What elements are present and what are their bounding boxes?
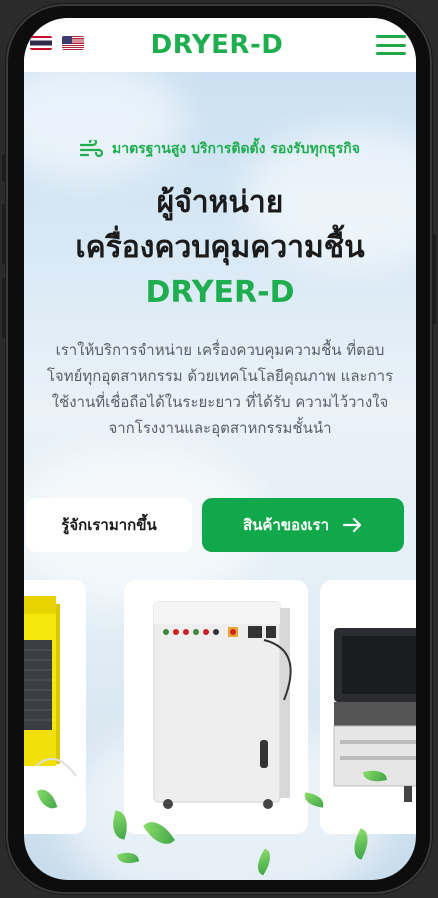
top-navigation-bar: DRYER-D — [24, 18, 416, 72]
wind-icon — [80, 140, 104, 158]
our-products-button[interactable]: สินค้าของเรา — [202, 498, 404, 552]
hero-description: เราให้บริการจำหน่าย เครื่องควบคุมความชื้… — [46, 341, 394, 437]
hero-title-line-2: เครื่องควบคุมความชื้น — [75, 230, 365, 265]
product-card-white-industrial[interactable] — [124, 580, 308, 834]
product-card-yellow[interactable] — [24, 580, 86, 834]
black-dehumidifier-image — [333, 628, 416, 802]
hero-title-brand: DRYER-D — [145, 275, 295, 310]
tagline-text: มาตรฐานสูง บริการติดตั้ง รองรับทุกธุรกิจ — [112, 141, 360, 157]
yellow-dehumidifier-image — [24, 596, 77, 777]
hamburger-menu-icon[interactable] — [376, 35, 406, 55]
side-button — [2, 204, 6, 264]
side-button — [432, 234, 436, 324]
thai-flag-icon[interactable] — [30, 36, 52, 50]
brand-logo[interactable]: DRYER-D — [151, 30, 284, 60]
white-industrial-dehumidifier-image — [153, 601, 292, 809]
hero-title: ผู้จำหน่าย เครื่องควบคุมความชื้น DRYER-D — [24, 180, 416, 315]
hero-section: มาตรฐานสูง บริการติดตั้ง รองรับทุกธุรกิจ… — [24, 138, 416, 441]
phone-screen: DRYER-D มาตรฐานสูง บริการติดตั้ง รองรับท… — [24, 18, 416, 880]
logo-tab[interactable]: DRYER-D — [130, 18, 304, 72]
about-us-button[interactable]: รู้จักเรามากขึ้น — [26, 498, 192, 552]
side-button — [2, 278, 6, 338]
hero-title-line-1: ผู้จำหน่าย — [156, 185, 284, 220]
product-card-black[interactable] — [320, 580, 416, 834]
hero-tagline: มาตรฐานสูง บริการติดตั้ง รองรับทุกธุรกิจ — [24, 138, 416, 160]
arrow-right-icon — [343, 517, 362, 533]
us-flag-icon[interactable] — [62, 36, 84, 50]
our-products-label: สินค้าของเรา — [242, 516, 330, 534]
about-us-label: รู้จักเรามากขึ้น — [61, 516, 157, 534]
side-button — [2, 154, 6, 182]
